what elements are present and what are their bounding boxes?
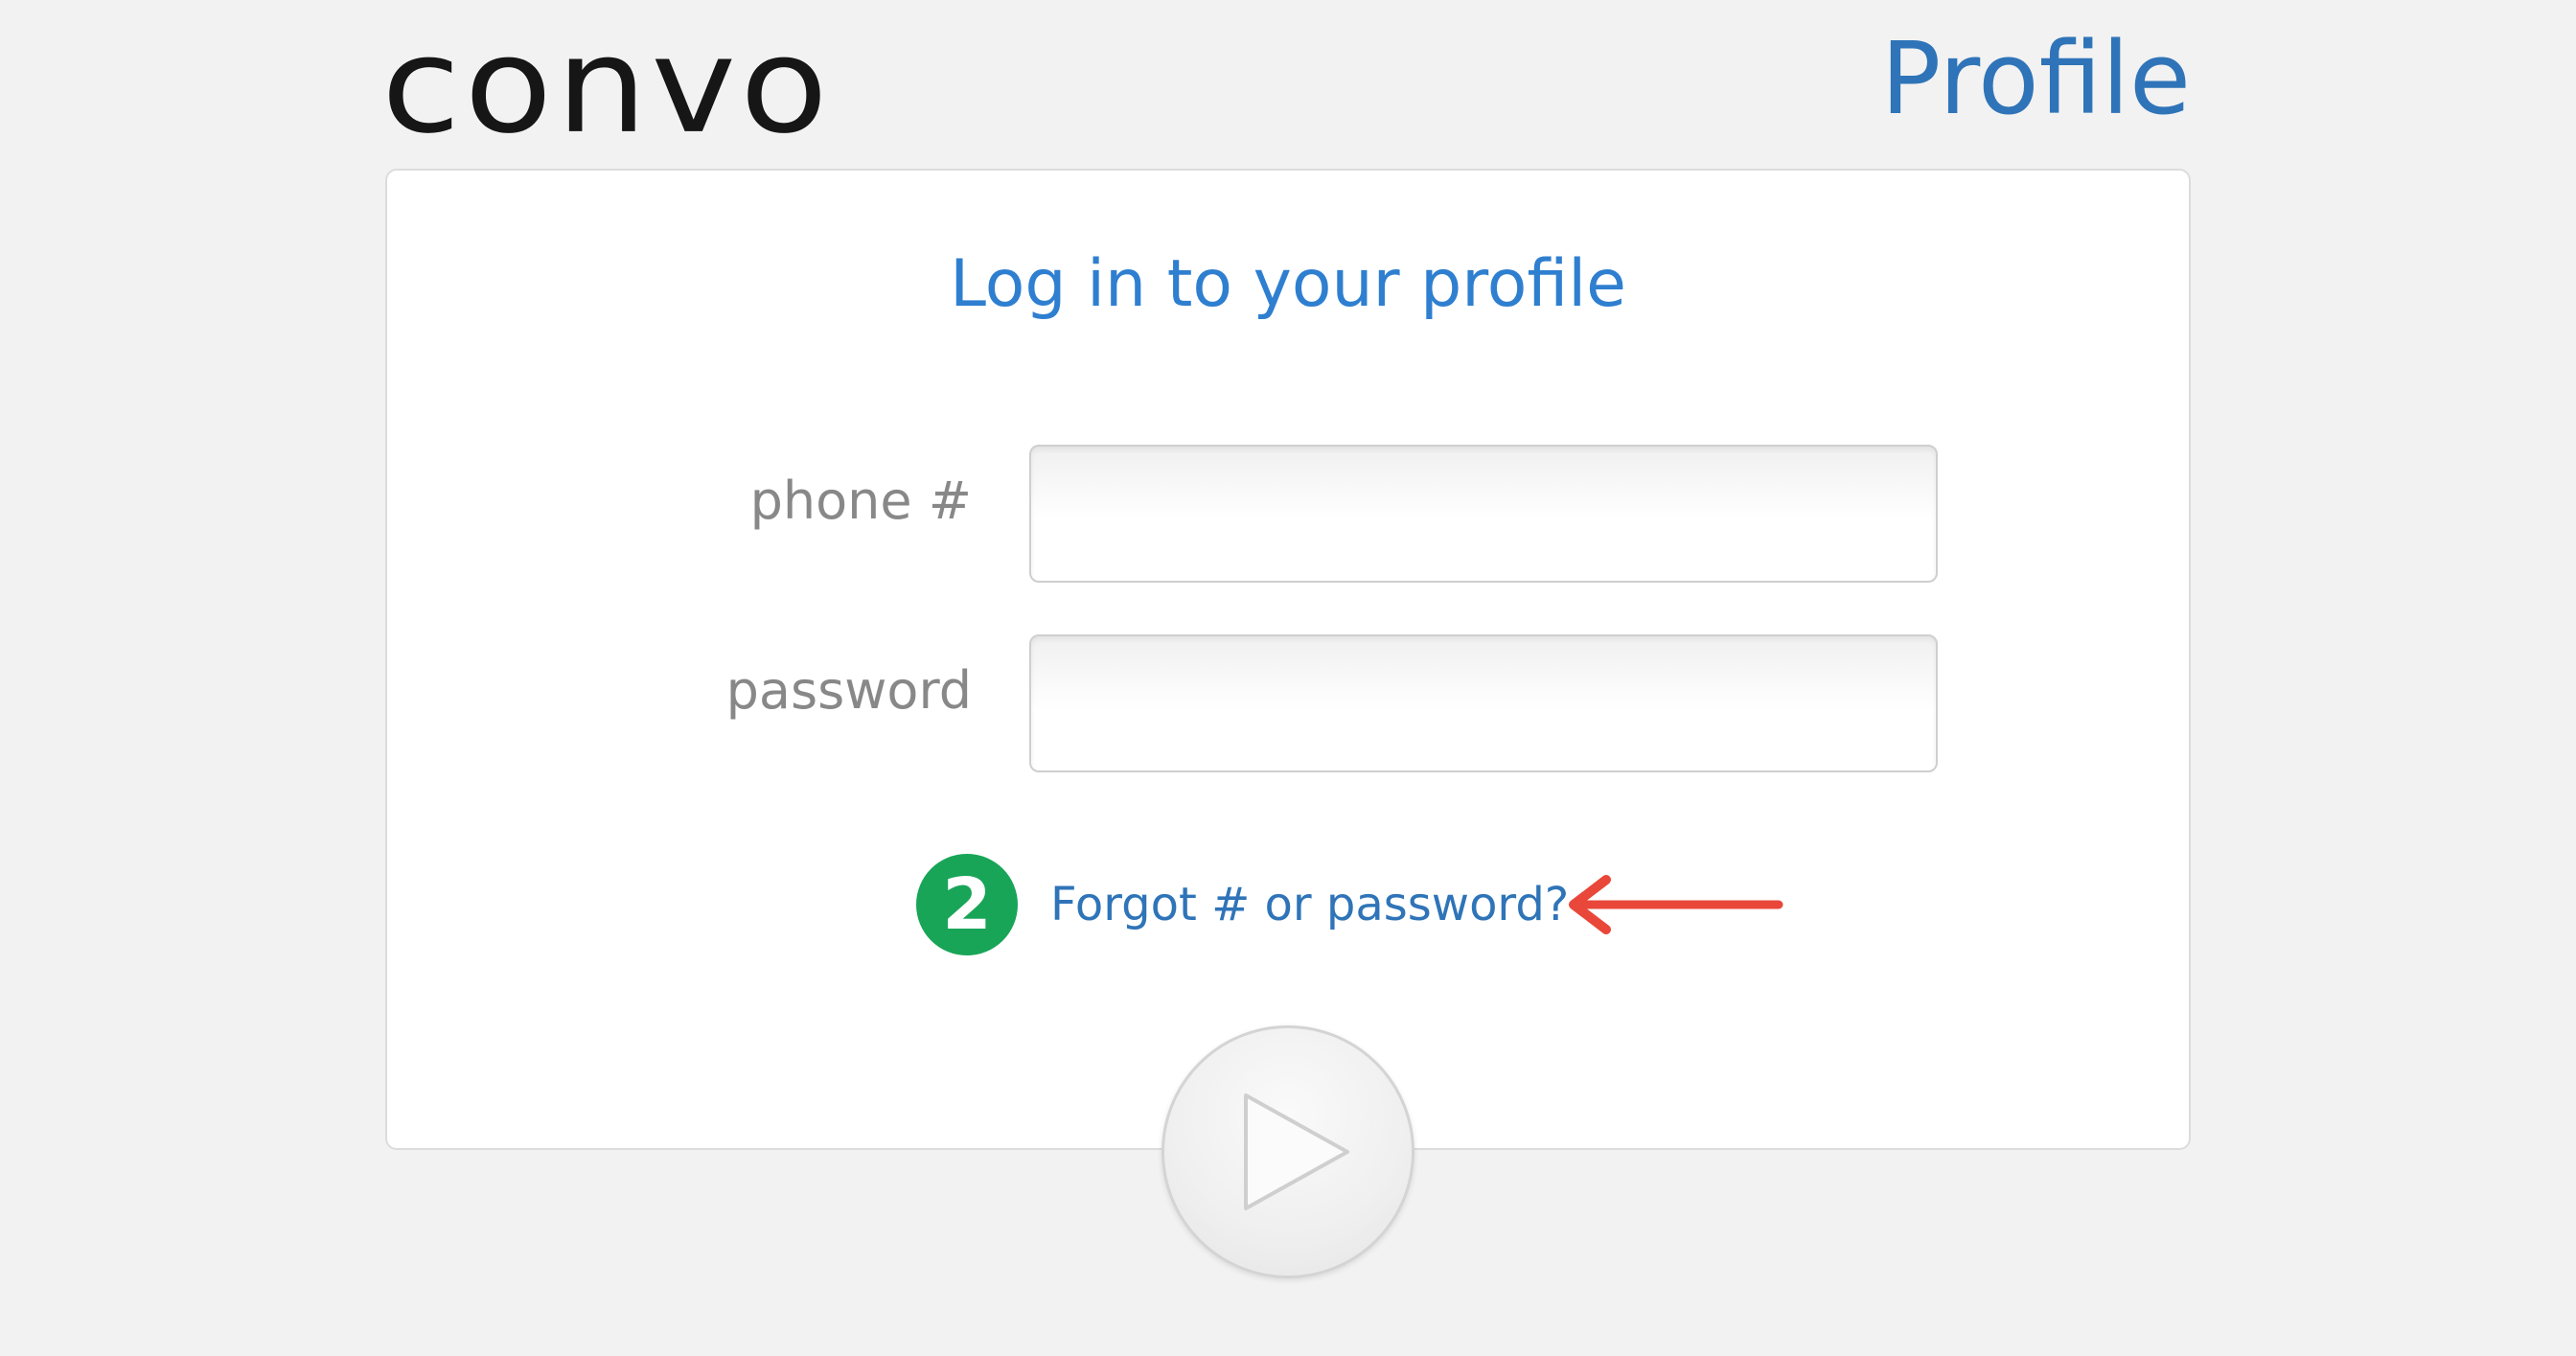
phone-label: phone # (749, 471, 972, 531)
password-input[interactable] (1029, 634, 1938, 772)
page-title: Profile (1880, 20, 2191, 137)
login-page: convo Profile Log in to your profile pho… (0, 0, 2576, 1356)
phone-input[interactable] (1029, 445, 1938, 583)
login-heading: Log in to your profile (950, 246, 1626, 322)
play-icon (1244, 1093, 1349, 1210)
submit-button[interactable] (1162, 1025, 1414, 1278)
convo-logo: convo (381, 9, 832, 164)
login-card: Log in to your profile phone # password … (385, 169, 2191, 1150)
forgot-credentials-link[interactable]: Forgot # or password? (1050, 878, 1569, 931)
forgot-row: 2 Forgot # or password? (916, 851, 1569, 958)
password-label: password (725, 660, 972, 721)
arrow-left-icon (1569, 875, 1783, 934)
step-number-badge: 2 (916, 854, 1018, 955)
